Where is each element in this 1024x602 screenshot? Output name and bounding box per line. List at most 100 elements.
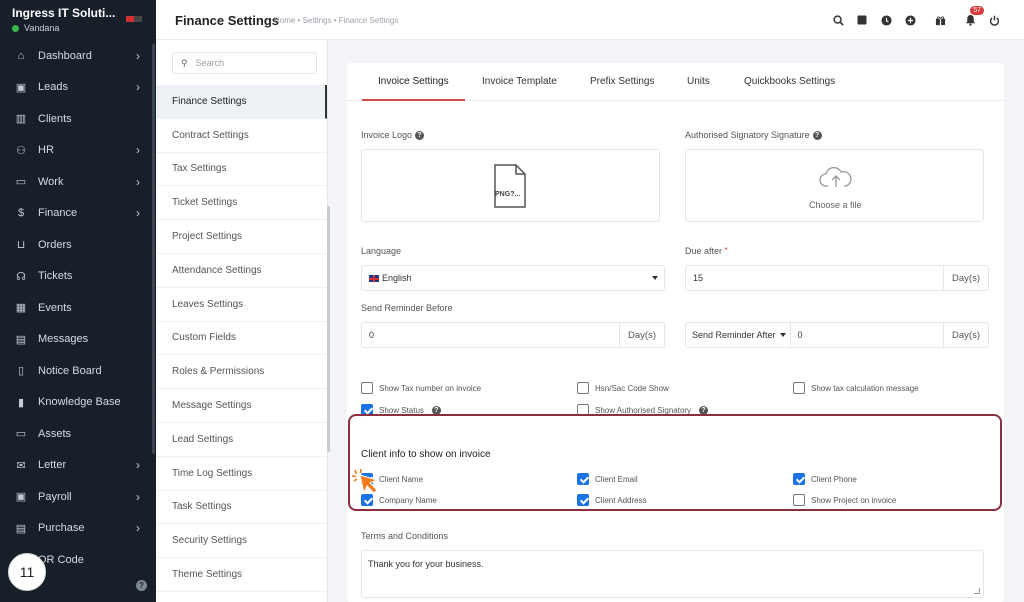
client-address-checkbox[interactable]: Client Address [577,494,647,506]
sidebar-item-assets[interactable]: ▭ Assets [0,418,156,450]
settings-menu-item-security-settings[interactable]: Security Settings [156,524,327,559]
sidebar-item-label: Payroll [38,490,72,503]
tab-quickbooks-settings[interactable]: Quickbooks Settings [744,76,835,87]
chevron-right-icon: › [136,143,140,158]
sidebar-item-messages[interactable]: ▤ Messages [0,324,156,356]
settings-menu-item-project-settings[interactable]: Project Settings [156,220,327,254]
add-circle-icon[interactable] [898,10,922,30]
settings-menu-item-contract-settings[interactable]: Contract Settings [156,119,327,153]
sidebar-item-notice-board[interactable]: ▯ Notice Board [0,355,156,387]
signature-upload[interactable]: Choose a file [685,149,984,222]
settings-menu-item-message-settings[interactable]: Message Settings [156,389,327,423]
sidebar-item-clients[interactable]: ▥ Clients [0,103,156,135]
settings-tabs: Invoice Settings Invoice Template Prefix… [347,63,1004,101]
settings-menu-item-time-log-settings[interactable]: Time Log Settings [156,457,327,491]
choose-file-text: Choose a file [809,200,862,210]
settings-menu-item-finance-settings[interactable]: Finance Settings [156,85,327,119]
checkbox-label: Client Address [595,495,647,505]
checkbox-box[interactable] [577,473,589,485]
send-reminder-after-select[interactable]: Send Reminder After [686,323,791,347]
hr-icon: ⚇ [16,144,26,157]
send-reminder-after-select-label: Send Reminder After [692,330,776,340]
sidebar-item-payroll[interactable]: ▣ Payroll › [0,481,156,513]
settings-menu-scrollbar[interactable] [327,206,330,452]
search-icon: ⚲ [181,57,188,68]
show-tax-number-checkbox[interactable]: Show Tax number on invoice [361,382,481,394]
sidebar-item-label: Orders [38,238,72,251]
help-icon[interactable]: ? [812,131,822,141]
caret-down-icon [652,276,658,280]
search-icon[interactable] [826,10,850,30]
terms-textarea[interactable]: Thank you for your business. [361,550,984,598]
sidebar-item-finance[interactable]: $ Finance › [0,198,156,230]
checkbox-box[interactable] [793,473,805,485]
client-phone-checkbox[interactable]: Client Phone [793,473,857,485]
checkbox-label: Client Phone [811,474,857,484]
calendar-icon: ▦ [15,302,27,315]
bell-icon[interactable]: 57 [958,6,984,30]
help-icon[interactable]: ? [415,131,425,141]
language-select[interactable]: English [361,265,665,291]
client-email-checkbox[interactable]: Client Email [577,473,638,485]
page-title: Finance Settings [175,13,280,28]
clock-icon[interactable] [874,10,898,30]
send-reminder-before-input[interactable]: 0 Day(s) [361,322,665,348]
sidebar-item-work[interactable]: ▭ Work › [0,166,156,198]
tab-units[interactable]: Units [687,76,710,87]
sidebar-item-knowledge-base[interactable]: ▮ Knowledge Base [0,387,156,419]
hsn-sac-checkbox[interactable]: Hsn/Sac Code Show [577,382,669,394]
clients-icon: ▥ [15,113,27,126]
sidebar-item-hr[interactable]: ⚇ HR › [0,135,156,167]
settings-menu-item-ticket-settings[interactable]: Ticket Settings [156,186,327,221]
show-project-checkbox[interactable]: Show Project on invoice [793,494,896,506]
checkbox-label: Show Project on invoice [811,495,897,505]
settings-menu-list: Finance Settings Contract Settings Tax Set… [156,85,327,592]
sidebar-item-leads[interactable]: ▣ Leads › [0,72,156,104]
settings-search-input[interactable]: ⚲ Search [172,52,317,74]
tab-invoice-template[interactable]: Invoice Template [482,76,557,87]
checkbox-box[interactable] [577,494,589,506]
send-reminder-before-value: 0 [369,330,375,340]
terms-value: Thank you for your business. [368,559,484,569]
settings-menu-item-custom-fields[interactable]: Custom Fields [156,322,327,356]
sidebar-item-dashboard[interactable]: ⌂ Dashboard › [0,40,156,72]
sidebar-item-tickets[interactable]: ☊ Tickets [0,261,156,293]
mail-icon: ✉ [16,459,26,472]
invoice-logo-upload[interactable]: PNG?... [361,149,660,222]
settings-menu-item-roles-permissions[interactable]: Roles & Permissions [156,355,327,390]
settings-menu-item-lead-settings[interactable]: Lead Settings [156,423,327,457]
cloud-upload-icon [819,166,852,187]
settings-menu-item-tax-settings[interactable]: Tax Settings [156,153,327,187]
required-marker: * [724,246,728,255]
sticky-note-icon[interactable] [850,10,874,30]
settings-menu-item-leaves-settings[interactable]: Leaves Settings [156,288,327,322]
breadcrumb[interactable]: Home • Settings • Finance Settings [274,16,398,25]
tab-prefix-settings[interactable]: Prefix Settings [590,76,654,87]
checkbox-box[interactable] [577,382,589,394]
settings-menu-item-theme-settings[interactable]: Theme Settings [156,558,327,592]
due-after-input[interactable]: 15 Day(s) [685,265,989,291]
settings-menu-item-task-settings[interactable]: Task Settings [156,491,327,525]
help-icon[interactable]: ? [136,580,147,591]
send-reminder-after-value[interactable]: 0 [791,330,943,340]
gift-icon[interactable] [928,10,952,30]
checkbox-box[interactable] [793,382,805,394]
power-icon[interactable] [982,10,1006,30]
sidebar-header[interactable]: Ingress IT Soluti... Vandana [0,0,156,40]
sidebar-scrollbar[interactable] [152,44,155,454]
due-after-label: Due after * [685,246,728,256]
checkbox-box[interactable] [361,382,373,394]
checkbox-box[interactable] [793,494,805,506]
chevron-right-icon: › [136,48,140,63]
sidebar-item-orders[interactable]: ⊔ Orders [0,229,156,261]
sidebar-item-label: Knowledge Base [38,396,121,409]
sidebar-item-purchase[interactable]: ▤ Purchase › [0,513,156,545]
home-icon: ⌂ [17,49,25,62]
sidebar-item-letter[interactable]: ✉ Letter › [0,450,156,482]
settings-menu-item-attendance-settings[interactable]: Attendance Settings [156,254,327,288]
uk-flag-icon [369,275,379,283]
tab-invoice-settings[interactable]: Invoice Settings [378,76,449,87]
show-tax-calc-checkbox[interactable]: Show tax calculation message [793,382,919,394]
sidebar-item-events[interactable]: ▦ Events [0,292,156,324]
resize-handle-icon[interactable] [974,588,980,594]
